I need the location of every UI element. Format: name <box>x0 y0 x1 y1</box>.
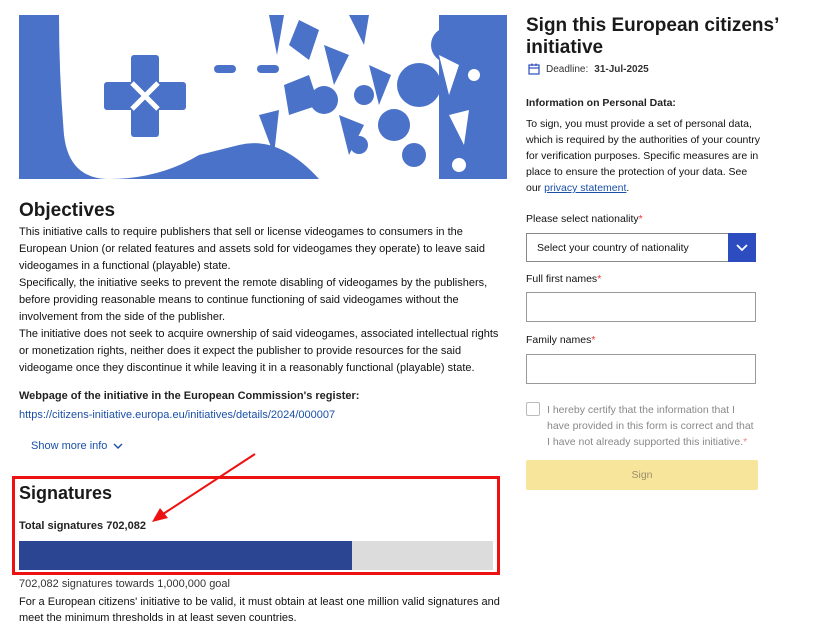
objectives-paragraph: The initiative does not seek to acquire … <box>19 328 499 374</box>
total-signatures: Total signatures 702,082 <box>19 520 146 532</box>
required-mark: * <box>591 334 596 346</box>
nationality-placeholder: Select your country of nationality <box>537 242 689 254</box>
signatures-heading: Signatures <box>19 483 113 503</box>
sign-heading: Sign this European citizens’ initiative <box>526 15 779 58</box>
privacy-statement-link[interactable]: privacy statement <box>544 182 626 194</box>
required-mark: * <box>597 273 602 285</box>
objectives-heading: Objectives <box>19 200 116 221</box>
personal-data-text: To sign, you must provide a set of perso… <box>526 118 761 194</box>
certify-checkbox[interactable] <box>526 402 540 416</box>
nationality-select[interactable]: Select your country of nationality <box>526 233 756 262</box>
sign-button[interactable]: Sign <box>526 460 758 490</box>
certify-text: I hereby certify that the information th… <box>547 404 754 448</box>
first-names-input[interactable] <box>526 292 756 322</box>
first-names-label: Full first names* <box>526 273 602 285</box>
hero-image <box>19 15 507 179</box>
show-more-label: Show more info <box>31 440 108 452</box>
objectives-paragraph: Specifically, the initiative seeks to pr… <box>19 277 488 323</box>
webpage-label: Webpage of the initiative in the Europea… <box>19 390 360 402</box>
objectives-text: This initiative calls to require publish… <box>19 224 507 377</box>
personal-data-heading: Information on Personal Data: <box>526 97 676 109</box>
deadline-value: 31-Jul-2025 <box>594 63 649 75</box>
signatures-progress-bar <box>19 541 493 570</box>
register-link[interactable]: https://citizens-initiative.europa.eu/in… <box>19 409 335 421</box>
required-mark: * <box>743 436 748 448</box>
deadline: Deadline: 31-Jul-2025 <box>528 63 649 75</box>
chevron-down-icon <box>113 443 123 449</box>
validity-text: For a European citizens' initiative to b… <box>19 596 500 624</box>
calendar-icon <box>528 63 540 75</box>
signatures-goal-text: 702,082 signatures towards 1,000,000 goa… <box>19 578 230 590</box>
family-names-label: Family names* <box>526 334 596 346</box>
gamepad-illustration <box>19 15 507 179</box>
objectives-paragraph: This initiative calls to require publish… <box>19 226 485 272</box>
family-names-input[interactable] <box>526 354 756 384</box>
chevron-down-icon <box>736 243 748 251</box>
signatures-progress-fill <box>19 541 352 570</box>
deadline-label: Deadline: <box>546 63 589 75</box>
dropdown-caret[interactable] <box>728 233 756 262</box>
required-mark: * <box>638 213 643 225</box>
show-more-info-button[interactable]: Show more info <box>31 440 123 452</box>
nationality-label: Please select nationality* <box>526 213 643 225</box>
